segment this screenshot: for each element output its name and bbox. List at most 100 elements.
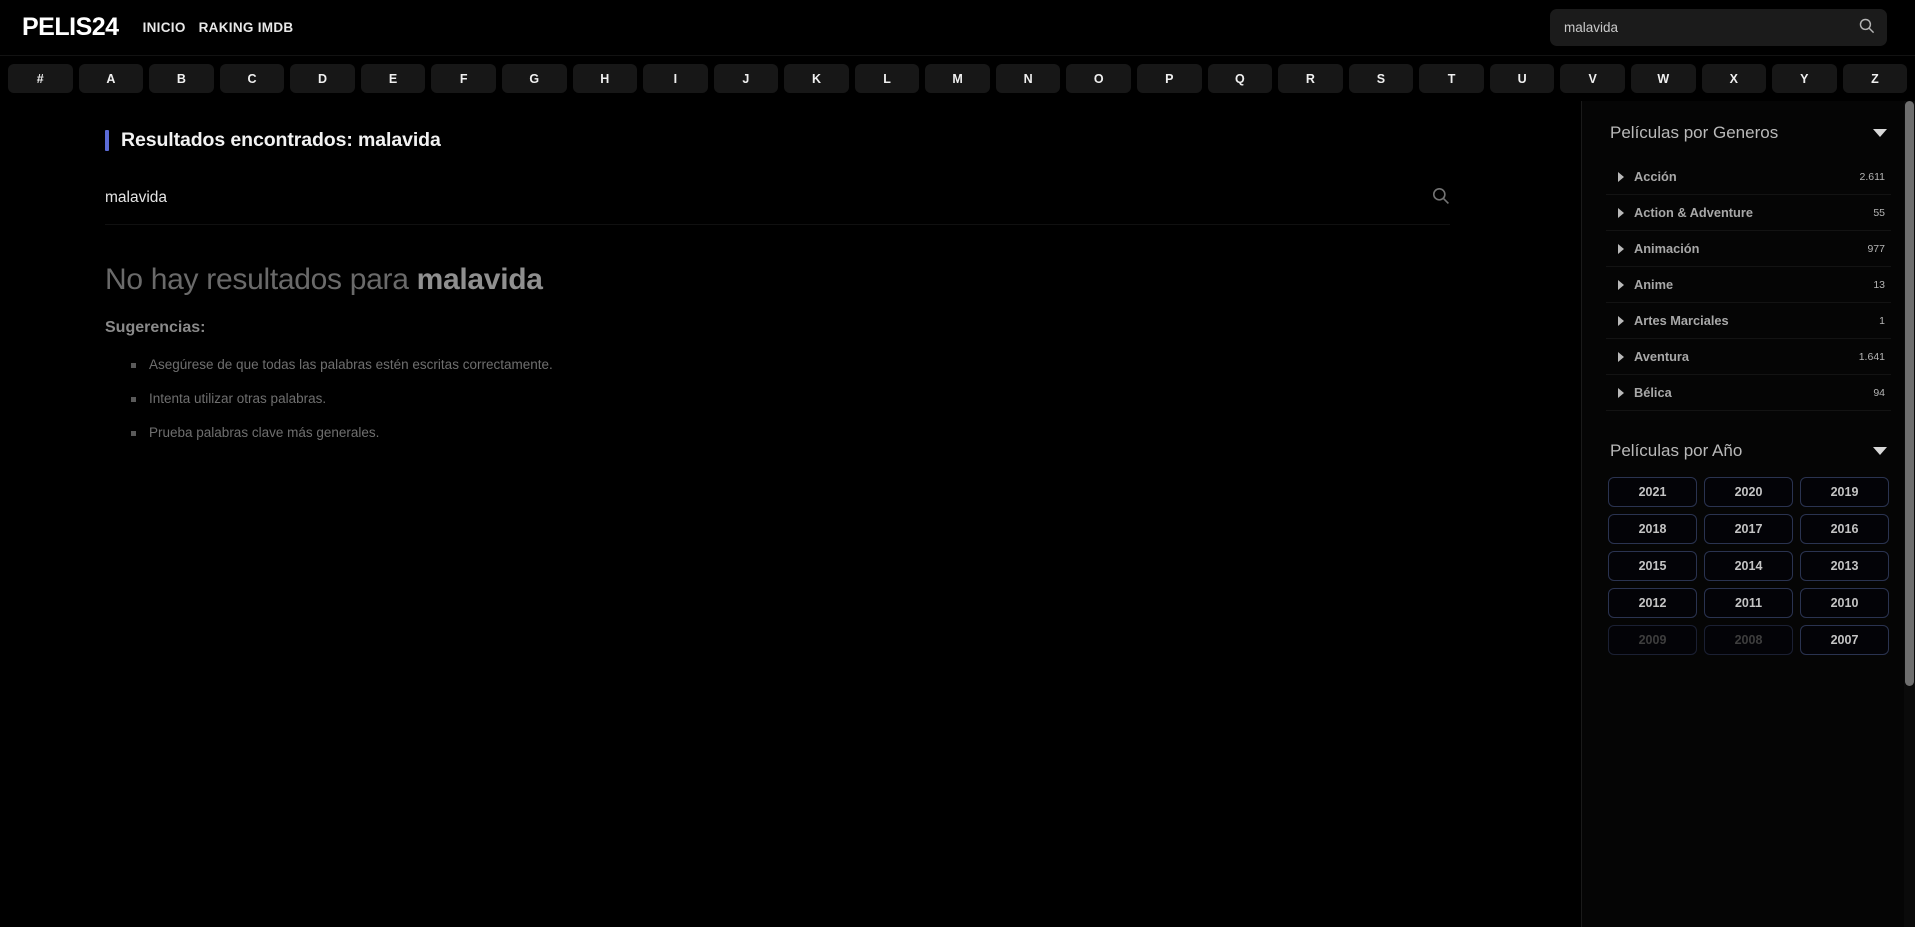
- year-button-2009[interactable]: 2009: [1608, 625, 1697, 655]
- genre-label: Bélica: [1634, 385, 1672, 400]
- alphabet-button-k[interactable]: K: [784, 64, 849, 93]
- alphabet-button-e[interactable]: E: [360, 64, 426, 93]
- suggestion-item: Prueba palabras clave más generales.: [131, 425, 1521, 440]
- alphabet-button-s[interactable]: S: [1348, 64, 1414, 93]
- alphabet-button-t[interactable]: T: [1419, 64, 1484, 93]
- site-header: PELIS24 INICIO RAKING IMDB: [0, 0, 1915, 56]
- year-button-2013[interactable]: 2013: [1800, 551, 1889, 581]
- alphabet-button-n[interactable]: N: [995, 64, 1061, 93]
- alphabet-button-p[interactable]: P: [1137, 64, 1202, 93]
- alphabet-button-z[interactable]: Z: [1842, 64, 1908, 93]
- alphabet-button-u[interactable]: U: [1489, 64, 1555, 93]
- alphabet-button-m[interactable]: M: [925, 64, 990, 93]
- alphabet-button-h[interactable]: H: [572, 64, 638, 93]
- years-panel-header[interactable]: Películas por Año: [1606, 437, 1891, 477]
- search-icon[interactable]: [1858, 17, 1875, 39]
- alphabet-button-y[interactable]: Y: [1772, 64, 1837, 93]
- genres-panel-title: Películas por Generos: [1610, 123, 1779, 142]
- genre-row-left: Anime: [1618, 277, 1673, 292]
- genre-row[interactable]: Aventura 1.641: [1606, 339, 1891, 375]
- main-nav: INICIO RAKING IMDB: [143, 20, 294, 35]
- alphabet-button-w[interactable]: W: [1630, 64, 1696, 93]
- chevron-right-icon[interactable]: [1618, 387, 1624, 398]
- alphabet-button-q[interactable]: Q: [1207, 64, 1273, 93]
- alphabet-filter-bar: # A B C D E F G H I J K L M N O P Q R S T U V W X Y Z: [0, 56, 1915, 101]
- genre-row-left: Artes Marciales: [1618, 313, 1729, 328]
- nav-item-inicio[interactable]: INICIO: [143, 20, 186, 35]
- genres-panel-header[interactable]: Películas por Generos: [1606, 119, 1891, 159]
- genre-row[interactable]: Action & Adventure 55: [1606, 195, 1891, 231]
- header-search-input[interactable]: [1564, 20, 1858, 35]
- genre-row[interactable]: Artes Marciales 1: [1606, 303, 1891, 339]
- site-logo[interactable]: PELIS24: [22, 13, 119, 42]
- years-panel: Películas por Año 2021 2020 2019 2018 2017 20…: [1606, 437, 1891, 655]
- genre-label: Anime: [1634, 277, 1674, 292]
- inline-search-input[interactable]: [105, 189, 1181, 207]
- year-button-2019[interactable]: 2019: [1800, 477, 1889, 507]
- genre-count: 13: [1873, 278, 1885, 291]
- alphabet-button-d[interactable]: D: [290, 64, 355, 93]
- header-search-box[interactable]: [1550, 9, 1887, 46]
- search-icon[interactable]: [1431, 186, 1450, 210]
- chevron-down-icon[interactable]: [1873, 129, 1887, 137]
- alphabet-button-b[interactable]: B: [149, 64, 214, 93]
- year-button-2018[interactable]: 2018: [1608, 514, 1697, 544]
- chevron-right-icon[interactable]: [1618, 171, 1624, 182]
- year-button-2014[interactable]: 2014: [1704, 551, 1793, 581]
- alphabet-button-i[interactable]: I: [643, 64, 708, 93]
- no-results-message: No hay resultados para malavida: [105, 263, 1521, 297]
- year-button-2007[interactable]: 2007: [1800, 625, 1889, 655]
- year-button-2011[interactable]: 2011: [1704, 588, 1793, 618]
- alphabet-button-c[interactable]: C: [219, 64, 285, 93]
- chevron-down-icon[interactable]: [1873, 447, 1887, 455]
- inline-search-row[interactable]: [105, 186, 1450, 225]
- alphabet-button-a[interactable]: A: [78, 64, 144, 93]
- alphabet-button-v[interactable]: V: [1560, 64, 1625, 93]
- alphabet-button-hash[interactable]: #: [8, 64, 73, 93]
- year-button-2008[interactable]: 2008: [1704, 625, 1793, 655]
- page-layout: Resultados encontrados: malavida No hay …: [0, 101, 1915, 927]
- genre-count: 94: [1873, 386, 1885, 399]
- year-button-2012[interactable]: 2012: [1608, 588, 1697, 618]
- chevron-right-icon[interactable]: [1618, 315, 1624, 326]
- alphabet-button-o[interactable]: O: [1066, 64, 1131, 93]
- suggestion-item: Intenta utilizar otras palabras.: [131, 391, 1521, 406]
- year-button-2016[interactable]: 2016: [1800, 514, 1889, 544]
- main-content: Resultados encontrados: malavida No hay …: [0, 101, 1581, 927]
- year-button-2010[interactable]: 2010: [1800, 588, 1889, 618]
- genres-panel: Películas por Generos Acción 2.611 Action …: [1606, 119, 1891, 411]
- scrollbar-thumb[interactable]: [1905, 101, 1914, 686]
- genre-count: 977: [1867, 242, 1885, 255]
- years-grid: 2021 2020 2019 2018 2017 2016 2015 2014 2013 2012…: [1606, 477, 1891, 655]
- genres-list: Acción 2.611 Action & Adventure 55 Animación…: [1606, 159, 1891, 411]
- genre-row[interactable]: Acción 2.611: [1606, 159, 1891, 195]
- suggestions-title: Sugerencias:: [105, 319, 206, 336]
- no-results-prefix: No hay resultados para: [105, 263, 417, 296]
- heading-accent-bar: [105, 130, 109, 151]
- genre-count: 2.611: [1859, 170, 1886, 183]
- alphabet-button-f[interactable]: F: [431, 64, 496, 93]
- alphabet-button-j[interactable]: J: [713, 64, 779, 93]
- alphabet-button-l[interactable]: L: [854, 64, 920, 93]
- suggestion-item: Asegúrese de que todas las palabras esté…: [131, 357, 1521, 372]
- alphabet-button-g[interactable]: G: [501, 64, 567, 93]
- genre-count: 1: [1879, 314, 1885, 327]
- chevron-right-icon[interactable]: [1618, 351, 1624, 362]
- chevron-right-icon[interactable]: [1618, 279, 1624, 290]
- alphabet-button-x[interactable]: X: [1701, 64, 1767, 93]
- genre-row[interactable]: Animación 977: [1606, 231, 1891, 267]
- chevron-right-icon[interactable]: [1618, 243, 1624, 254]
- genre-row[interactable]: Anime 13: [1606, 267, 1891, 303]
- genre-row[interactable]: Bélica 94: [1606, 375, 1891, 411]
- year-button-2017[interactable]: 2017: [1704, 514, 1793, 544]
- year-button-2021[interactable]: 2021: [1608, 477, 1697, 507]
- genre-label: Aventura: [1634, 349, 1689, 364]
- year-button-2020[interactable]: 2020: [1704, 477, 1793, 507]
- year-button-2015[interactable]: 2015: [1608, 551, 1697, 581]
- genre-count: 1.641: [1858, 350, 1885, 363]
- alphabet-button-r[interactable]: R: [1278, 64, 1343, 93]
- chevron-right-icon[interactable]: [1618, 207, 1624, 218]
- genre-row-left: Animación: [1618, 241, 1699, 256]
- nav-item-raking-imdb[interactable]: RAKING IMDB: [199, 20, 294, 35]
- page-scrollbar[interactable]: [1904, 101, 1915, 927]
